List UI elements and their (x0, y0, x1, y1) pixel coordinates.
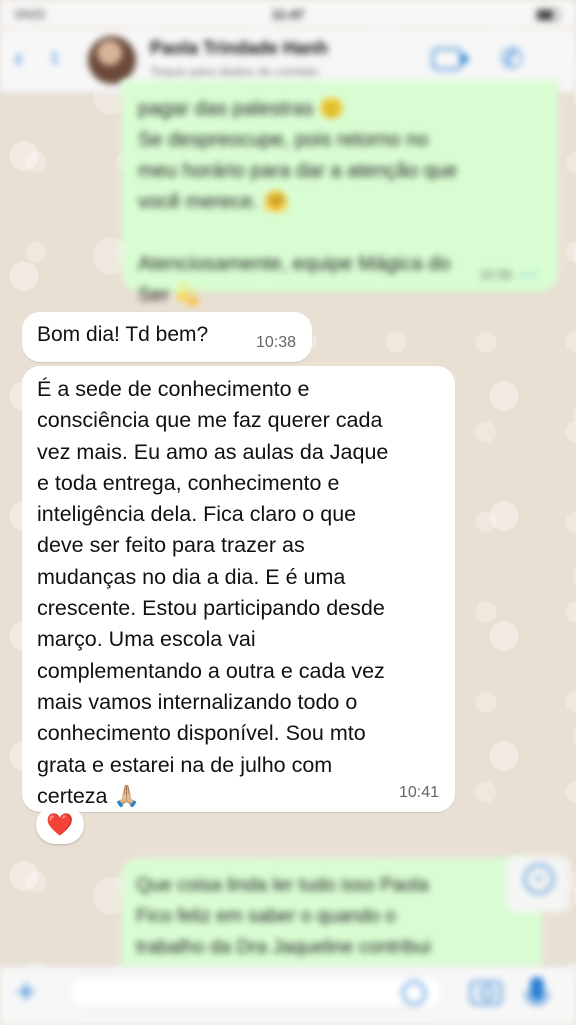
back-unread-count[interactable]: 1 (50, 48, 59, 68)
message-bubble-outgoing[interactable]: Que coisa linda ler tudo isso Paola Fico… (122, 858, 542, 978)
message-text: É a sede de conhecimento e consciência q… (37, 374, 452, 812)
avatar[interactable] (88, 36, 136, 84)
read-receipt-icon: ✓✓ (518, 267, 540, 282)
microphone-icon[interactable] (525, 977, 549, 1005)
camera-icon[interactable] (470, 981, 502, 1005)
plus-icon[interactable]: + (16, 975, 36, 1009)
video-call-icon[interactable] (432, 48, 470, 70)
contact-name[interactable]: Paola Trindade Hanh (150, 38, 328, 59)
message-text: Que coisa linda ler tudo isso Paola Fico… (136, 875, 431, 958)
phone-icon[interactable]: ✆ (500, 42, 523, 75)
status-bar: VIVO 11:47 (0, 0, 576, 28)
message-time: 10:38 (255, 334, 296, 351)
message-text: pagar das palestras 🙂 Se despreocupe, po… (138, 98, 458, 306)
heart-reaction-icon[interactable]: ❤️ (36, 806, 84, 844)
chevron-left-icon[interactable]: ‹ (14, 44, 23, 72)
message-bubble-outgoing[interactable]: pagar das palestras 🙂 Se despreocupe, po… (122, 80, 558, 306)
message-bubble-incoming[interactable]: É a sede de conhecimento e consciência q… (22, 366, 455, 812)
status-time: 11:47 (271, 7, 305, 22)
scroll-to-bottom-button[interactable] (506, 856, 570, 912)
contact-subtitle[interactable]: Toque para dados do contato (150, 64, 318, 79)
message-time: 10:41 (398, 784, 439, 801)
message-input[interactable] (68, 975, 444, 1009)
sticker-icon[interactable] (402, 981, 426, 1005)
message-text: Bom dia! Td bem? (37, 323, 209, 346)
message-body: É a sede de conhecimento e consciência q… (37, 377, 389, 808)
message-bubble-incoming[interactable]: Bom dia! Td bem? 10:38 (22, 312, 312, 362)
message-input-bar: + (0, 966, 576, 1025)
battery-icon (536, 9, 560, 21)
message-time: 10:36 (479, 267, 512, 282)
praying-hands-icon: 🙏🏼 (113, 784, 140, 808)
